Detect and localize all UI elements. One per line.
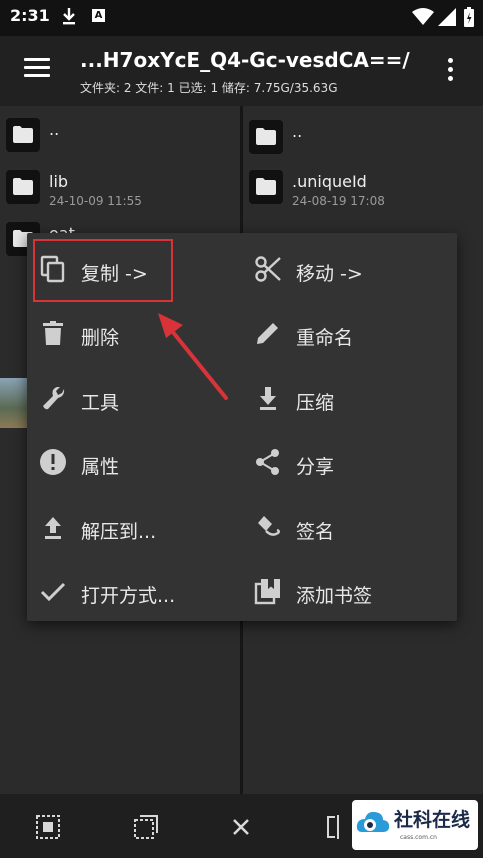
info-icon	[40, 449, 66, 475]
delete-icon	[43, 321, 63, 345]
close-icon[interactable]	[228, 814, 254, 840]
menu-item-label: 属性	[81, 456, 120, 478]
wrench-icon	[43, 387, 65, 410]
folder-icon	[6, 170, 40, 204]
scissors-icon	[255, 256, 281, 282]
path-title: ...H7oxYcE_Q4-Gc-vesdCA==/	[80, 48, 410, 72]
check-icon	[40, 582, 66, 602]
pencil-icon	[257, 323, 278, 344]
signature-icon	[258, 516, 280, 536]
folder-icon	[249, 170, 283, 204]
menu-item-label: 签名	[296, 521, 335, 543]
download-status-icon	[63, 8, 75, 25]
menu-item-label: 压缩	[296, 392, 335, 414]
menu-item-label: 工具	[81, 392, 120, 414]
download-icon	[260, 387, 276, 410]
menu-item-label: 打开方式...	[81, 585, 176, 607]
menu-item-open-with[interactable]: 打开方式...	[27, 559, 237, 619]
watermark-text: 社科在线	[394, 809, 471, 831]
upload-icon	[45, 517, 61, 539]
annotation-arrow-icon	[158, 313, 228, 400]
menu-item-compress[interactable]: 压缩	[242, 366, 452, 426]
share-icon	[256, 449, 279, 475]
file-name: lib	[49, 172, 69, 191]
folder-icon	[6, 118, 40, 152]
menu-item-move[interactable]: 移动 ->	[242, 237, 452, 297]
menu-item-label: 重命名	[296, 327, 354, 349]
highlight-box	[33, 239, 173, 302]
file-name: ..	[292, 122, 303, 141]
file-name: ..	[49, 120, 60, 139]
menu-item-label: 添加书签	[296, 585, 373, 607]
storage-summary: 文件夹: 2 文件: 1 已选: 1 储存: 7.75G/35.63G	[80, 81, 338, 95]
status-time: 2:31	[10, 6, 50, 25]
image-thumbnail	[0, 378, 27, 428]
menu-item-label: 解压到...	[81, 521, 157, 543]
select-all-icon[interactable]	[35, 814, 61, 840]
folder-icon	[249, 120, 283, 154]
wifi-icon	[412, 8, 434, 25]
watermark: 社科在线 cass.com.cn	[352, 800, 478, 850]
menu-item-extract[interactable]: 解压到...	[27, 495, 237, 555]
menu-item-rename[interactable]: 重命名	[242, 301, 452, 361]
menu-item-label: 删除	[81, 327, 120, 349]
file-date: 24-08-19 17:08	[292, 194, 385, 208]
menu-item-share[interactable]: 分享	[242, 430, 452, 490]
menu-item-label: 移动 ->	[296, 263, 363, 285]
battery-icon	[464, 7, 474, 27]
overflow-menu-icon[interactable]	[446, 58, 454, 84]
signal-icon	[438, 8, 456, 26]
menu-item-label: 分享	[296, 456, 335, 478]
list-item[interactable]: ..	[6, 118, 234, 170]
menu-item-properties[interactable]: 属性	[27, 430, 237, 490]
select-range-icon[interactable]	[133, 814, 159, 840]
watermark-url: cass.com.cn	[400, 834, 437, 841]
file-date: 24-10-09 11:55	[49, 194, 142, 208]
menu-item-bookmark[interactable]: 添加书签	[242, 559, 452, 619]
file-name: .uniqueId	[292, 172, 367, 191]
menu-item-sign[interactable]: 签名	[242, 495, 452, 555]
status-bar: 2:31 A	[0, 0, 483, 36]
hamburger-menu-icon[interactable]	[24, 58, 50, 78]
list-item[interactable]: ..	[249, 120, 477, 172]
list-item[interactable]: lib 24-10-09 11:55	[6, 170, 234, 222]
app-notification-icon: A	[92, 9, 105, 22]
bookmark-icon	[254, 579, 280, 605]
list-item[interactable]: .uniqueId 24-08-19 17:08	[249, 170, 477, 222]
invert-selection-icon[interactable]	[325, 814, 351, 840]
app-bar: ...H7oxYcE_Q4-Gc-vesdCA==/ 文件夹: 2 文件: 1 …	[0, 36, 483, 106]
cloud-logo-icon	[356, 811, 390, 832]
